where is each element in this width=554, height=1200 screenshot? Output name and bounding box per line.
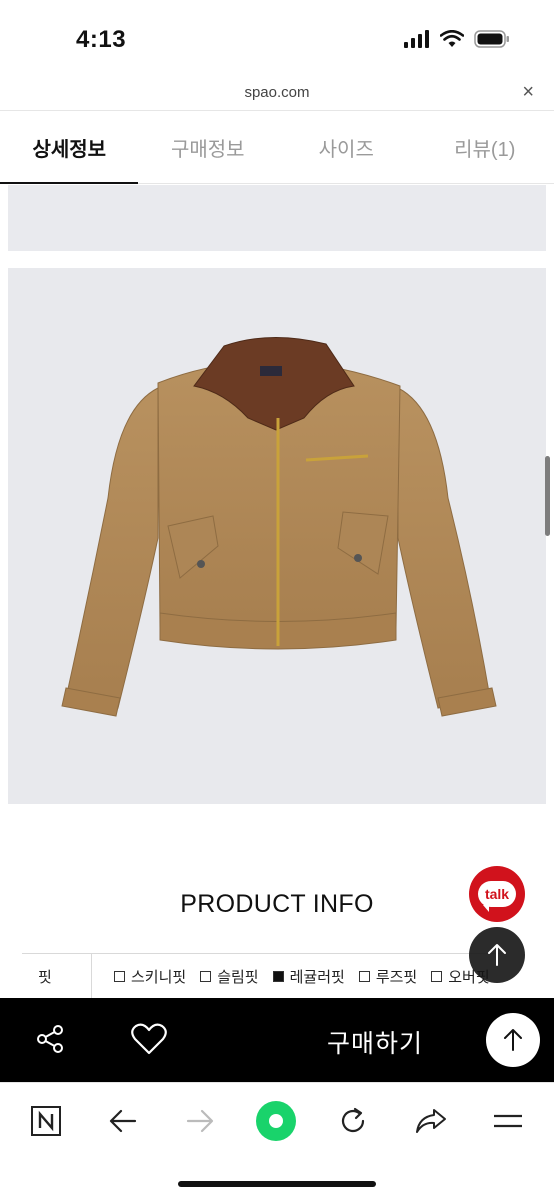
checkbox-icon [200, 970, 212, 982]
product-image [8, 268, 546, 804]
battery-icon [474, 30, 509, 48]
forward-arrow-icon [186, 1109, 214, 1133]
scroll-indicator[interactable] [545, 456, 550, 536]
arrow-up-icon [504, 1029, 522, 1051]
tab-details[interactable]: 상세정보 [0, 111, 139, 184]
product-tabs: 상세정보 구매정보 사이즈 리뷰(1) [0, 110, 554, 184]
wishlist-button[interactable] [130, 1022, 168, 1056]
url-domain[interactable]: spao.com [0, 84, 554, 101]
status-time: 4:13 [76, 26, 127, 53]
fit-option-label: 레귤러핏 [289, 968, 345, 986]
home-indicator[interactable] [178, 1181, 376, 1187]
signal-icon [404, 30, 429, 48]
arrow-up-icon [488, 944, 506, 966]
fit-option-label: 스키니핏 [131, 968, 187, 986]
fit-option-loose: 루즈핏 [358, 966, 418, 987]
status-bar: 4:13 [0, 0, 554, 80]
share-arrow-icon [416, 1109, 446, 1133]
fit-options: 스키니핏 슬림핏 레귤러핏 루즈핏 오버핏 [92, 966, 490, 987]
browser-toolbar [0, 1082, 554, 1200]
menu-button[interactable] [486, 1099, 530, 1143]
kakao-talk-button[interactable]: talk [469, 866, 525, 922]
checkbox-checked-icon [272, 970, 284, 982]
buy-button[interactable]: 구매하기 [300, 1024, 450, 1060]
reload-icon [341, 1107, 365, 1133]
scroll-top-button[interactable] [486, 1013, 540, 1067]
naver-n-icon [31, 1106, 61, 1136]
wifi-icon [440, 30, 464, 47]
checkbox-icon [431, 970, 443, 982]
close-icon[interactable]: × [522, 81, 534, 104]
url-bar[interactable]: spao.com × [0, 80, 554, 110]
green-dot-button[interactable] [254, 1099, 298, 1143]
back-arrow-icon [109, 1109, 137, 1133]
jacket-illustration [61, 336, 497, 717]
fit-label: 핏 [22, 954, 92, 998]
fit-option-skinny: 스키니핏 [114, 966, 186, 987]
tab-size[interactable]: 사이즈 [277, 111, 416, 183]
tab-reviews[interactable]: 리뷰(1) [416, 111, 554, 183]
scroll-top-floating-button[interactable] [469, 927, 525, 983]
fit-option-label: 루즈핏 [375, 968, 418, 986]
purchase-bar: 구매하기 [0, 998, 554, 1082]
share-page-button[interactable] [409, 1099, 453, 1143]
fit-option-label: 슬림핏 [217, 968, 259, 986]
forward-button[interactable] [178, 1099, 222, 1143]
talk-bubble-icon: talk [478, 881, 516, 912]
green-dot-icon [256, 1101, 296, 1141]
menu-icon [494, 1114, 522, 1128]
fit-option-regular: 레귤러핏 [272, 966, 345, 987]
checkbox-icon [114, 970, 125, 982]
status-icons [404, 30, 510, 48]
previous-image-section [8, 185, 546, 251]
fit-option-slim: 슬림핏 [200, 966, 259, 987]
naver-home-button[interactable] [24, 1099, 68, 1143]
share-icon [37, 1025, 63, 1053]
tab-purchase-info[interactable]: 구매정보 [139, 111, 278, 183]
heart-icon [131, 1023, 167, 1055]
reload-button[interactable] [331, 1099, 375, 1143]
checkbox-icon [358, 970, 370, 982]
share-button[interactable] [34, 1022, 68, 1056]
back-button[interactable] [101, 1099, 145, 1143]
